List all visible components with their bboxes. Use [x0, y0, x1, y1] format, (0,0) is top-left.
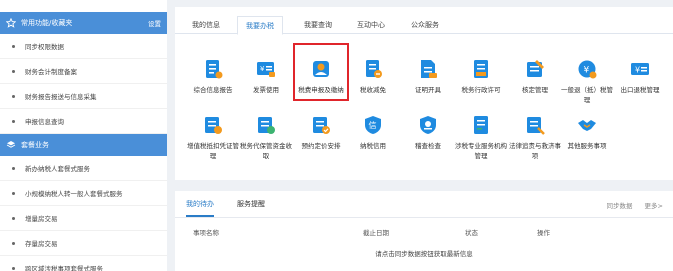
service-general-refund[interactable]: ¥ 一般退（抵）税管理 — [560, 57, 614, 105]
star-icon — [6, 18, 16, 28]
bullet-icon — [12, 241, 15, 245]
col-status: 状态 — [465, 229, 478, 237]
service-legal-remedy[interactable]: 法律追责与救济事项 — [508, 113, 562, 161]
service-info-report[interactable]: 综合信息报告 — [186, 57, 240, 95]
license-icon — [469, 57, 493, 81]
favorites-header[interactable]: 常用功能/收藏夹 设置 — [0, 12, 167, 34]
todo-table-header: 事项名称 截止日期 状态 操作 — [175, 224, 673, 240]
tax-relief-icon — [361, 57, 385, 81]
bullet-icon — [12, 69, 15, 73]
service-admin-license[interactable]: 税务行政许可 — [454, 57, 508, 95]
sidebar-item-new-taxpayer[interactable]: 新办纳税人套餐式服务 — [0, 156, 167, 181]
sidebar-item-sync-permissions[interactable]: 同步权限数据 — [0, 34, 167, 59]
empty-message: 请点击同步数据按钮获取最新信息 — [375, 250, 473, 258]
legal-icon — [523, 113, 547, 137]
credit-icon: 信 — [361, 113, 385, 137]
packages-header[interactable]: 套餐业务 — [0, 134, 167, 156]
service-certificate[interactable]: 证明开具 — [401, 57, 455, 95]
todo-tabs: 我的待办 服务提醒 同步数据 更多> — [175, 191, 673, 218]
service-tax-relief[interactable]: 税收减免 — [346, 57, 400, 95]
tab-my-info[interactable]: 我的信息 — [183, 16, 229, 34]
service-vat-voucher[interactable]: 增值税抵扣凭证管理 — [186, 113, 240, 161]
service-verify-management[interactable]: 核定管理 — [508, 57, 562, 95]
handshake-icon — [575, 113, 599, 137]
bullet-icon — [12, 266, 15, 270]
tab-tax-handling[interactable]: 我要办税 — [237, 16, 283, 35]
export-refund-icon: ¥ — [628, 57, 652, 81]
tab-my-todo[interactable]: 我的待办 — [186, 199, 214, 217]
sidebar-item-financial-report[interactable]: 财务报告报送与信息采集 — [0, 84, 167, 109]
favorites-title: 常用功能/收藏夹 — [21, 19, 73, 27]
bullet-icon — [12, 44, 15, 48]
bullet-icon — [12, 216, 15, 220]
tab-public-service[interactable]: 公众服务 — [402, 16, 448, 34]
service-agency-management[interactable]: 涉税专业服务机构管理 — [454, 113, 508, 161]
packages-section: 套餐业务 新办纳税人套餐式服务 小规模纳税人转一般人套餐式服务 增量房交易 存量… — [0, 134, 167, 271]
verify-icon — [523, 57, 547, 81]
certificate-icon — [416, 57, 440, 81]
sidebar-item-small-to-general[interactable]: 小规模纳税人转一般人套餐式服务 — [0, 181, 167, 206]
pricing-icon — [309, 113, 333, 137]
bullet-icon — [12, 119, 15, 123]
service-pricing-arrangement[interactable]: 预约定价安排 — [294, 113, 348, 151]
invoice-icon: ¥ — [254, 57, 278, 81]
tax-declare-icon — [309, 57, 333, 81]
report-icon — [201, 57, 225, 81]
sync-data-link[interactable]: 同步数据 — [606, 202, 632, 210]
col-deadline: 截止日期 — [363, 229, 389, 237]
col-item-name: 事项名称 — [193, 229, 219, 237]
sidebar-item-declaration-query[interactable]: 申报信息查询 — [0, 109, 167, 134]
service-inspection[interactable]: 稽查检查 — [401, 113, 455, 151]
todo-actions: 同步数据 更多> — [596, 200, 663, 210]
favorites-settings-link[interactable]: 设置 — [148, 18, 161, 28]
service-tax-credit[interactable]: 信 纳税信用 — [346, 113, 400, 151]
more-link[interactable]: 更多> — [645, 202, 663, 210]
sidebar-item-accounting-filing[interactable]: 财务会计制度备案 — [0, 59, 167, 84]
tax-services-panel: 我的信息 我要办税 我要查询 互动中心 公众服务 综合信息报告 ¥ 发票使用 税… — [175, 7, 673, 180]
service-tax-declare-pay[interactable]: 税费申报及缴纳 — [294, 57, 348, 95]
inspection-icon — [416, 113, 440, 137]
bullet-icon — [12, 94, 15, 98]
svg-text:¥: ¥ — [584, 66, 590, 76]
agency-icon — [469, 113, 493, 137]
svg-text:¥: ¥ — [635, 66, 640, 75]
refund-icon: ¥ — [575, 57, 599, 81]
vat-voucher-icon — [201, 113, 225, 137]
todo-panel: 我的待办 服务提醒 同步数据 更多> 事项名称 截止日期 状态 操作 请点击同步… — [175, 191, 673, 271]
tab-service-reminder[interactable]: 服务提醒 — [237, 199, 265, 209]
favorites-section: 常用功能/收藏夹 设置 同步权限数据 财务会计制度备案 财务报告报送与信息采集 … — [0, 12, 167, 134]
bullet-icon — [12, 166, 15, 170]
col-action: 操作 — [537, 229, 550, 237]
service-grid: 综合信息报告 ¥ 发票使用 税费申报及缴纳 税收减免 证明开具 税务行政许可 核… — [175, 35, 673, 180]
bullet-icon — [12, 191, 15, 195]
packages-title: 套餐业务 — [21, 141, 49, 149]
service-custody-fund[interactable]: 税务代保管资金收取 — [239, 113, 293, 161]
service-invoice[interactable]: ¥ 发票使用 — [239, 57, 293, 95]
sidebar-item-cross-region[interactable]: 跨区域涉税事项套餐式服务 — [0, 256, 167, 271]
service-export-refund[interactable]: ¥ 出口退税管理 — [613, 57, 667, 95]
svg-text:信: 信 — [369, 120, 377, 130]
custody-fund-icon — [254, 113, 278, 137]
service-other[interactable]: 其他服务事项 — [560, 113, 614, 151]
tab-query[interactable]: 我要查询 — [295, 16, 341, 34]
layers-icon — [6, 140, 16, 150]
sidebar-item-new-house[interactable]: 增量房交易 — [0, 206, 167, 231]
main-tabs: 我的信息 我要办税 我要查询 互动中心 公众服务 — [175, 7, 673, 35]
sidebar: 常用功能/收藏夹 设置 同步权限数据 财务会计制度备案 财务报告报送与信息采集 … — [0, 0, 167, 271]
svg-text:¥: ¥ — [260, 65, 265, 73]
tab-interaction[interactable]: 互动中心 — [348, 16, 394, 34]
sidebar-item-existing-house[interactable]: 存量房交易 — [0, 231, 167, 256]
